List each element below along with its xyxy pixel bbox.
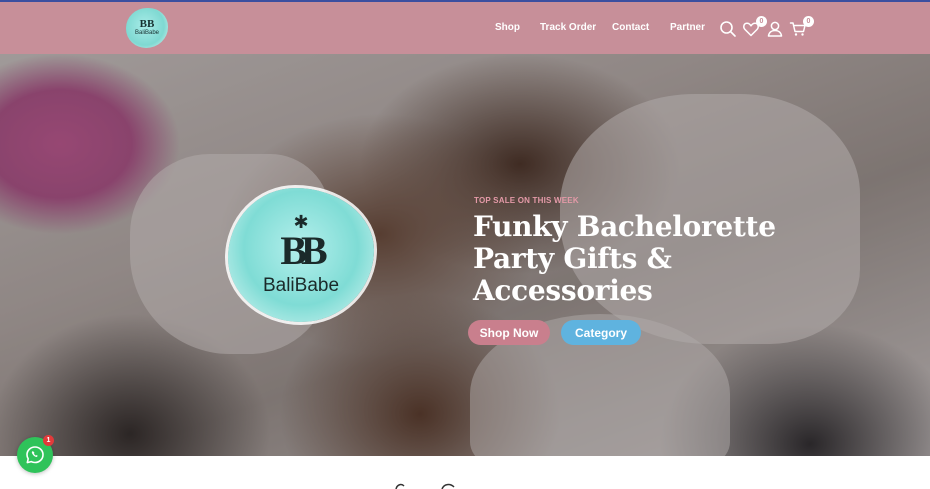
- category-button[interactable]: Category: [561, 320, 641, 345]
- nav-contact[interactable]: Contact: [612, 22, 649, 33]
- hero-logo-text: BaliBabe: [262, 275, 340, 296]
- hero-title-line: Accessories: [473, 274, 653, 307]
- hero-title-line: Funky Bachelorette: [473, 210, 776, 243]
- logo-mark: BB: [139, 18, 155, 30]
- nav-partner[interactable]: Partner: [670, 22, 705, 33]
- hero-title: Funky Bachelorette Party Gifts & Accesso…: [473, 211, 803, 307]
- section-heading-partial: [395, 483, 455, 489]
- nav-track-order[interactable]: Track Order: [540, 22, 596, 33]
- header-logo[interactable]: BB BaliBabe: [126, 8, 168, 48]
- chat-notification-badge: 1: [43, 435, 54, 446]
- hero-eyebrow: TOP SALE ON THIS WEEK: [474, 196, 579, 205]
- logo-text: BaliBabe: [134, 30, 160, 36]
- hero-logo-mark: BB: [280, 228, 327, 273]
- hero-title-line: Party Gifts &: [473, 242, 672, 275]
- cart-count-badge: 0: [803, 16, 814, 27]
- site-header: BB BaliBabe Shop Track Order Contact Par…: [0, 2, 930, 54]
- search-icon[interactable]: [719, 20, 737, 38]
- nav-shop[interactable]: Shop: [495, 22, 520, 33]
- hero-banner: ✱ BB BaliBabe TOP SALE ON THIS WEEK Funk…: [0, 54, 930, 456]
- user-icon[interactable]: [766, 20, 784, 38]
- shop-now-button[interactable]: Shop Now: [468, 320, 550, 345]
- whatsapp-icon: [26, 446, 44, 464]
